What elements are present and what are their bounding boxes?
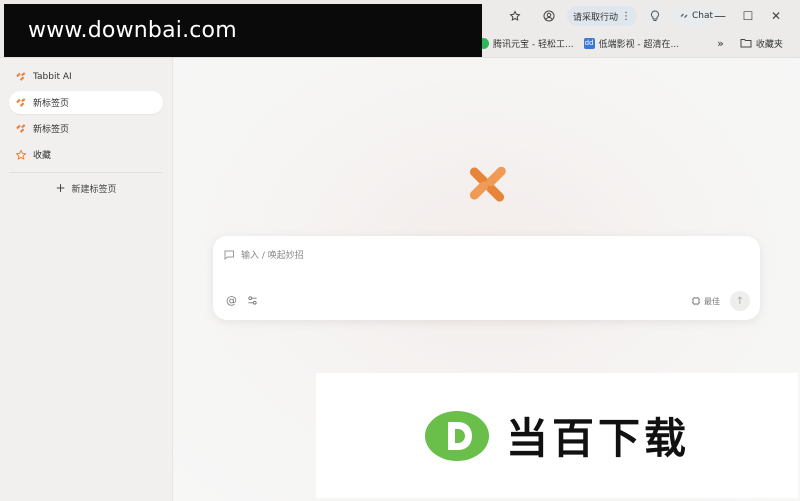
bookmark-item[interactable]: 腾讯元宝 - 轻松工...: [478, 37, 574, 50]
star-bookmark-icon[interactable]: [505, 6, 525, 26]
sidebar-item-new-tab-active[interactable]: 新标签页: [9, 91, 163, 114]
tabbit-icon: [15, 97, 27, 109]
sidebar: Tabbit AI 新标签页 新标签页 收藏 + 新建标签页: [0, 58, 173, 501]
sidebar-item-favorites[interactable]: 收藏: [9, 143, 163, 166]
new-tab-label: 新建标签页: [71, 184, 117, 195]
sidebar-divider: [9, 172, 163, 173]
tabbit-icon: [680, 13, 688, 18]
bookmark-label: 腾讯元宝 - 轻松工...: [493, 39, 574, 50]
sidebar-item-tabbit-ai[interactable]: Tabbit AI: [9, 65, 163, 88]
action-pill-button[interactable]: 请采取行动 ⋮: [567, 6, 638, 26]
input-right-tools: 最佳 ↑: [691, 291, 750, 311]
minimize-icon[interactable]: —: [706, 6, 734, 26]
chat-bubble-icon: [224, 250, 234, 260]
sidebar-item-label: Tabbit AI: [33, 71, 72, 82]
chip-icon: [691, 296, 701, 306]
action-pill-label: 请采取行动: [573, 12, 619, 23]
maximize-icon[interactable]: ☐: [734, 6, 762, 26]
star-icon: [15, 148, 27, 161]
bookmarks-bar: 腾讯元宝 - 轻松工... dd 低端影视 - 超清在... » 收藏夹: [478, 34, 783, 52]
downbai-logo-icon: [424, 410, 489, 461]
watermark-logo: 当百下载: [316, 373, 798, 498]
prompt-input-card[interactable]: 输入 / 唤起妙招 @ 最佳 ↑: [213, 236, 760, 320]
lightbulb-icon: [651, 10, 659, 21]
model-label: 最佳: [704, 296, 720, 306]
bookmarks-folder[interactable]: 收藏夹: [740, 37, 783, 50]
bookmarks-folder-label: 收藏夹: [755, 39, 783, 50]
prompt-placeholder: 输入 / 唤起妙招: [241, 251, 304, 261]
close-icon[interactable]: ✕: [762, 6, 790, 26]
dd-icon: dd: [583, 37, 595, 49]
arrow-up-icon: ↑: [735, 295, 745, 307]
sidebar-item-label: 收藏: [33, 151, 52, 161]
at-mention-icon[interactable]: @: [226, 294, 237, 307]
watermark-text: www.downbai.com: [28, 18, 237, 43]
bookmarks-overflow-icon[interactable]: »: [717, 37, 724, 50]
send-button[interactable]: ↑: [730, 291, 750, 311]
profile-icon[interactable]: [539, 6, 559, 26]
watermark-banner: www.downbai.com: [4, 4, 482, 57]
bookmark-item[interactable]: dd 低端影视 - 超清在...: [583, 37, 680, 50]
plus-icon: +: [55, 181, 66, 195]
more-vertical-icon: ⋮: [621, 10, 632, 22]
folder-icon: [740, 39, 752, 48]
input-left-tools: @: [226, 294, 258, 307]
window-controls: — ☐ ✕: [706, 6, 790, 26]
model-selector[interactable]: 最佳: [691, 296, 720, 307]
tabbit-icon: [15, 71, 27, 83]
prompt-input[interactable]: 输入 / 唤起妙招: [223, 248, 304, 261]
new-tab-button[interactable]: + 新建标签页: [0, 179, 172, 197]
tabbit-icon: [15, 123, 27, 135]
toolbar-actions: 请采取行动 ⋮ Chat: [505, 6, 720, 26]
bookmark-label: 低端影视 - 超清在...: [598, 39, 680, 50]
lightbulb-button[interactable]: [645, 6, 666, 26]
sidebar-item-label: 新标签页: [33, 99, 70, 109]
settings-sliders-icon[interactable]: [247, 295, 258, 306]
sidebar-item-label: 新标签页: [33, 125, 70, 135]
sidebar-item-new-tab[interactable]: 新标签页: [9, 117, 163, 140]
tabbit-logo-icon: [469, 166, 506, 202]
watermark-logo-text: 当百下载: [505, 414, 690, 463]
